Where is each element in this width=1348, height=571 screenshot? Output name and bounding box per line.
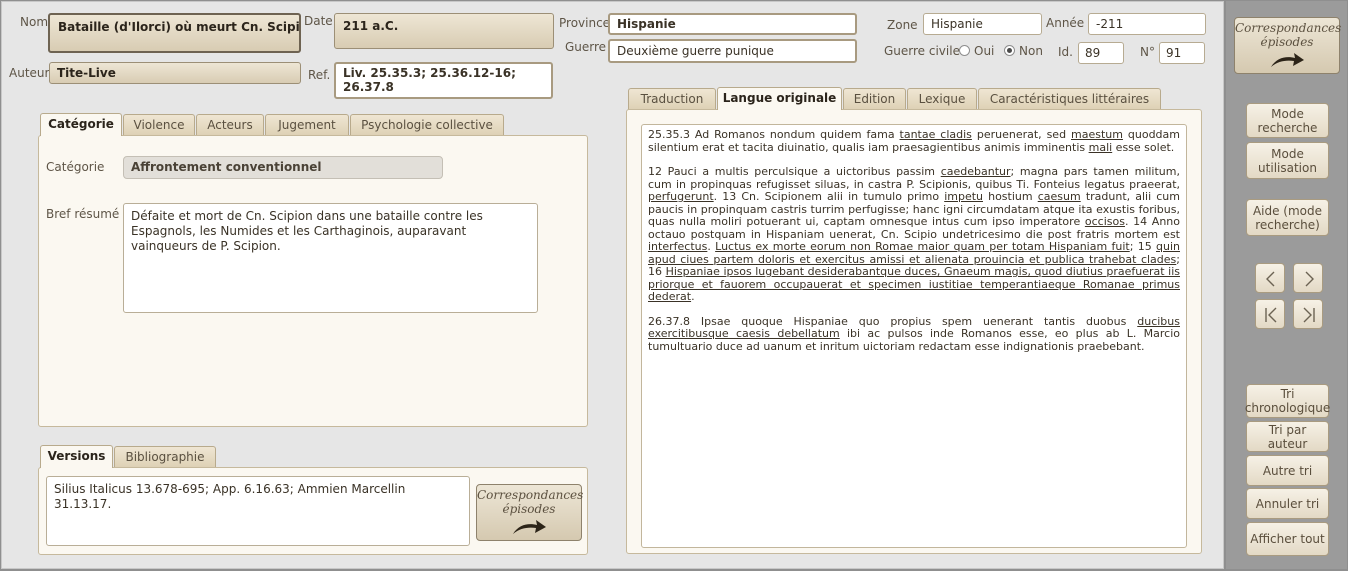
langue-originale-panel: 25.35.3 Ad Romanos nondum quidem fama ta… xyxy=(626,109,1202,554)
last-button[interactable] xyxy=(1293,299,1323,329)
id-label: Id. xyxy=(1058,45,1073,59)
numero-field[interactable]: 91 xyxy=(1159,42,1205,64)
tab-jugement[interactable]: Jugement xyxy=(265,114,349,136)
episodes-label: épisodes xyxy=(502,502,556,516)
ref-field[interactable]: Liv. 25.35.3; 25.36.12-16; 26.37.8 xyxy=(334,62,553,99)
underlined-text-segment: maestum xyxy=(1071,128,1123,141)
auteur-field[interactable]: Tite-Live xyxy=(49,62,301,84)
oui-label: Oui xyxy=(974,44,995,58)
tab-langue-originale[interactable]: Langue originale xyxy=(717,87,842,110)
underlined-text-segment: interfectus xyxy=(648,240,708,253)
underlined-text-segment: caedebantur xyxy=(940,165,1011,178)
mode-recherche-button[interactable]: Mode recherche xyxy=(1246,103,1329,138)
text-paragraph-3: 26.37.8 Ipsae quoque Hispaniae quo propi… xyxy=(648,314,1180,354)
previous-button[interactable] xyxy=(1255,263,1285,293)
guerre-civile-label: Guerre civile xyxy=(884,44,960,58)
tab-versions[interactable]: Versions xyxy=(40,445,113,468)
categorie-field[interactable]: Affrontement conventionnel xyxy=(123,156,443,179)
categorie-panel: Catégorie Affrontement conventionnel Bre… xyxy=(38,135,588,427)
tab-caracteristiques-litteraires[interactable]: Caractéristiques littéraires xyxy=(978,88,1161,110)
sidebar-correspondances-episodes-button[interactable]: Correspondances épisodes xyxy=(1234,17,1342,74)
non-radio[interactable] xyxy=(1004,45,1015,56)
auteur-label: Auteur xyxy=(9,66,50,80)
underlined-text-segment: perfugerunt xyxy=(648,190,714,203)
versions-panel: Silius Italicus 13.678-695; App. 6.16.63… xyxy=(38,467,588,555)
mode-utilisation-button[interactable]: Mode utilisation xyxy=(1246,142,1329,179)
last-record-icon xyxy=(1303,307,1315,323)
text-segment: . xyxy=(691,290,695,303)
tab-lexique[interactable]: Lexique xyxy=(907,88,977,110)
province-label: Province xyxy=(559,16,611,30)
text-segment: 25.35.3 Ad Romanos nondum quidem fama xyxy=(648,128,900,141)
versions-field[interactable]: Silius Italicus 13.678-695; App. 6.16.63… xyxy=(46,476,470,546)
first-record-icon xyxy=(1265,307,1277,323)
province-field[interactable]: Hispanie xyxy=(608,13,857,35)
text-segment: ; 15 xyxy=(1129,240,1157,253)
chevron-left-icon xyxy=(1266,271,1275,287)
tab-edition[interactable]: Edition xyxy=(843,88,906,110)
aide-button[interactable]: Aide (mode recherche) xyxy=(1246,199,1329,236)
nom-label: Nom xyxy=(20,15,49,29)
tab-violence[interactable]: Violence xyxy=(123,114,195,136)
underlined-text-segment: occisos xyxy=(1084,215,1125,228)
underlined-text-segment: caesum xyxy=(1037,190,1081,203)
autre-tri-button[interactable]: Autre tri xyxy=(1246,455,1329,486)
original-text-area[interactable]: 25.35.3 Ad Romanos nondum quidem fama ta… xyxy=(641,124,1187,548)
tri-par-auteur-button[interactable]: Tri par auteur xyxy=(1246,421,1329,452)
chevron-right-icon xyxy=(1305,271,1314,287)
sidebar: Correspondances épisodes Mode recherche … xyxy=(1226,1,1347,569)
tri-chronologique-button[interactable]: Tri chronologique xyxy=(1245,384,1330,418)
ref-label: Ref. xyxy=(308,68,331,82)
underlined-text-segment: impetu xyxy=(944,190,983,203)
sidebar-episodes-label: épisodes xyxy=(1260,35,1314,49)
tab-bibliographie[interactable]: Bibliographie xyxy=(114,446,216,468)
zone-field[interactable]: Hispanie xyxy=(923,13,1042,35)
underlined-text-segment: Luctus ex morte eorum non Romae maior qu… xyxy=(715,240,1130,253)
first-button[interactable] xyxy=(1255,299,1285,329)
next-button[interactable] xyxy=(1293,263,1323,293)
oui-radio[interactable] xyxy=(959,45,970,56)
curved-arrow-icon xyxy=(513,520,546,534)
annee-label: Année xyxy=(1046,16,1085,30)
text-segment: . 13 Cn. Scipionem alii in tumulo primo xyxy=(713,190,945,203)
text-segment: 26.37.8 Ipsae quoque Hispaniae quo propi… xyxy=(648,314,1138,328)
non-label: Non xyxy=(1019,44,1043,58)
tab-categorie[interactable]: Catégorie xyxy=(40,113,122,136)
correspondances-episodes-button[interactable]: Correspondances épisodes xyxy=(476,484,584,541)
numero-label: N° xyxy=(1140,45,1155,59)
underlined-text-segment: tantae cladis xyxy=(899,128,972,141)
text-segment: . xyxy=(707,240,716,253)
text-segment: esse solet. xyxy=(1112,140,1175,154)
id-field[interactable]: 89 xyxy=(1078,42,1124,64)
tab-acteurs[interactable]: Acteurs xyxy=(196,114,264,136)
guerre-label: Guerre xyxy=(565,40,607,54)
text-paragraph-2: 12 Pauci a multis perculsique a uictorib… xyxy=(648,165,1180,304)
underlined-text-segment: mali xyxy=(1088,140,1113,154)
tab-psychologie-collective[interactable]: Psychologie collective xyxy=(350,114,504,136)
text-segment: hostium xyxy=(983,190,1038,203)
annee-field[interactable]: -211 xyxy=(1088,13,1206,35)
resume-label: Bref résumé xyxy=(46,207,120,221)
text-segment: 12 Pauci a multis perculsique a uictorib… xyxy=(648,165,941,178)
guerre-field[interactable]: Deuxième guerre punique xyxy=(608,39,857,63)
main-area: Nom Bataille (d'Ilorci) où meurt Cn. Sci… xyxy=(1,1,1224,569)
categorie-label: Catégorie xyxy=(46,160,105,174)
resume-field[interactable]: Défaite et mort de Cn. Scipion dans une … xyxy=(123,203,538,313)
underlined-text-segment: Hispaniae ipsos lugebant desiderabantque… xyxy=(648,265,1180,303)
sidebar-correspondances-label: Correspondances xyxy=(1235,21,1342,35)
text-segment: peruenerat, sed xyxy=(971,128,1071,141)
annuler-tri-button[interactable]: Annuler tri xyxy=(1246,488,1329,519)
date-label: Date xyxy=(304,14,333,28)
correspondances-label: Correspondances xyxy=(477,488,584,502)
tab-traduction[interactable]: Traduction xyxy=(628,88,716,110)
sidebar-curved-arrow-icon xyxy=(1271,53,1304,67)
afficher-tout-button[interactable]: Afficher tout xyxy=(1246,522,1329,556)
text-paragraph-1: 25.35.3 Ad Romanos nondum quidem fama ta… xyxy=(648,128,1180,154)
date-field[interactable]: 211 a.C. xyxy=(334,13,554,49)
nom-field[interactable]: Bataille (d'Ilorci) où meurt Cn. Scipion xyxy=(48,13,301,53)
zone-label: Zone xyxy=(887,18,918,32)
